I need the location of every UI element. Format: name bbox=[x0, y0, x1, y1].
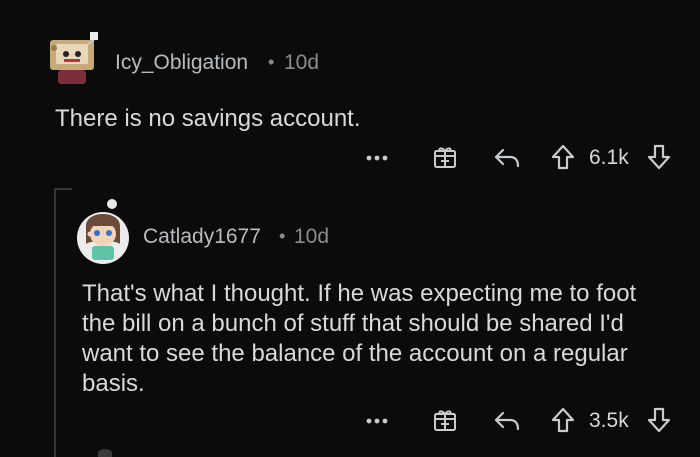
more-options-icon bbox=[366, 155, 388, 161]
thread-line-connector bbox=[54, 188, 72, 190]
comment-age: 10d bbox=[294, 225, 330, 248]
downvote-button[interactable] bbox=[645, 406, 673, 434]
thread-line[interactable] bbox=[54, 188, 56, 457]
vote-score: 3.5k bbox=[589, 409, 629, 432]
next-reply-avatar[interactable] bbox=[98, 449, 112, 457]
comment-body: There is no savings account. bbox=[55, 105, 361, 132]
more-options-button[interactable] bbox=[362, 408, 392, 434]
upvote-button[interactable] bbox=[549, 143, 577, 171]
more-options-button[interactable] bbox=[362, 145, 392, 171]
vote-score: 6.1k bbox=[589, 146, 629, 169]
user-avatar[interactable] bbox=[44, 28, 102, 86]
downvote-icon bbox=[647, 407, 671, 433]
downvote-button[interactable] bbox=[645, 143, 673, 171]
award-button[interactable] bbox=[430, 142, 460, 172]
award-button[interactable] bbox=[430, 405, 460, 435]
meta-separator: • bbox=[268, 52, 275, 72]
award-icon bbox=[434, 147, 456, 168]
award-icon bbox=[434, 410, 456, 431]
reply-button[interactable] bbox=[492, 407, 522, 435]
more-options-icon bbox=[366, 418, 388, 424]
meta-separator: • bbox=[279, 226, 286, 246]
user-avatar[interactable] bbox=[76, 196, 130, 264]
reply-button[interactable] bbox=[492, 144, 522, 172]
comment-body: That's what I thought. If he was expecti… bbox=[82, 280, 637, 397]
downvote-icon bbox=[647, 144, 671, 170]
reply-icon bbox=[494, 411, 520, 431]
upvote-button[interactable] bbox=[549, 406, 577, 434]
comment-username[interactable]: Icy_Obligation bbox=[115, 51, 248, 75]
reply-icon bbox=[494, 148, 520, 168]
upvote-icon bbox=[551, 407, 575, 433]
comment-age: 10d bbox=[284, 51, 320, 74]
comment-username[interactable]: Catlady1677 bbox=[143, 225, 261, 249]
upvote-icon bbox=[551, 144, 575, 170]
